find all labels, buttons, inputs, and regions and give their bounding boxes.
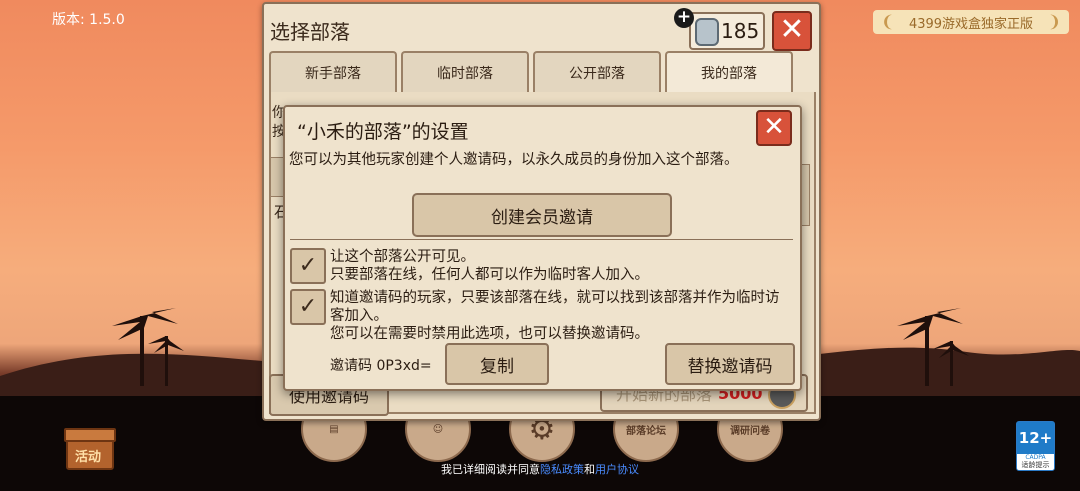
age-rating-org: CADPA [1025, 454, 1046, 461]
agreement-footer: 我已详细阅读并同意隐私政策和用户协议 [0, 461, 1080, 477]
exclusive-badge-text: 4399游戏盒独家正版 [908, 16, 1034, 32]
checkmark-icon: ✓ [298, 294, 318, 319]
laurel-right-icon: ❩ [1047, 12, 1061, 31]
tab-temporary[interactable]: 临时部落 [401, 51, 529, 93]
checkmark-icon: ✓ [298, 253, 318, 278]
tribe-tabs: 新手部落 临时部落 公开部落 我的部落 [269, 51, 793, 93]
option1-line2: 只要部落在线，任何人都可以作为临时客人加入。 [330, 267, 649, 283]
invite-code-label: 邀请码 0P3xd= [330, 358, 432, 374]
forum-label: 部落论坛 [626, 425, 666, 437]
footer-and: 和 [584, 463, 595, 476]
obscured-text: 你按 [272, 105, 286, 140]
exclusive-badge: ❨ 4399游戏盒独家正版 ❩ [873, 10, 1069, 34]
option2-line1: 知道邀请码的玩家，只要该部落在线，就可以找到该部落并作为临时访客加入。 [330, 290, 780, 324]
user-agreement-link[interactable]: 用户协议 [595, 463, 639, 476]
public-visible-checkbox[interactable]: ✓ [290, 248, 326, 284]
add-currency-button[interactable]: + [674, 8, 694, 28]
scroll-icon: ▤ [329, 423, 339, 435]
privacy-policy-link[interactable]: 隐私政策 [540, 463, 584, 476]
option1-line1: 让这个部落公开可见。 [330, 249, 475, 265]
jar-icon [695, 18, 719, 46]
tab-newbie[interactable]: 新手部落 [269, 51, 397, 93]
tab-public[interactable]: 公开部落 [533, 51, 661, 93]
invite-code-option: 知道邀请码的玩家，只要该部落在线，就可以找到该部落并作为临时访客加入。 您可以在… [330, 289, 790, 343]
divider [290, 239, 793, 240]
invite-code-checkbox[interactable]: ✓ [290, 289, 326, 325]
currency-value: 185 [721, 19, 760, 43]
close-icon: ✕ [779, 12, 805, 47]
tribe-settings-dialog: “小禾的部落”的设置 ✕ 您可以为其他玩家创建个人邀请码，以永久成员的身份加入这… [283, 105, 802, 391]
close-panel-button[interactable]: ✕ [772, 11, 812, 51]
gift-lid [64, 428, 116, 442]
tab-my-tribe[interactable]: 我的部落 [665, 51, 793, 93]
dialog-description: 您可以为其他玩家创建个人邀请码，以永久成员的身份加入这个部落。 [289, 152, 739, 168]
copy-button[interactable]: 复制 [445, 343, 549, 385]
survey-label: 调研问卷 [730, 425, 770, 437]
panel-title: 选择部落 [270, 20, 350, 44]
version-label: 版本: 1.5.0 [52, 12, 125, 28]
create-member-invite-button[interactable]: 创建会员邀请 [412, 193, 672, 237]
dialog-title: “小禾的部落”的设置 [297, 121, 469, 143]
laurel-left-icon: ❨ [881, 12, 895, 31]
option2-line2: 您可以在需要时禁用此选项，也可以替换邀请码。 [330, 326, 649, 342]
public-visible-option: 让这个部落公开可见。 只要部落在线，任何人都可以作为临时客人加入。 [330, 248, 790, 284]
currency-display: 185 [689, 12, 765, 50]
close-dialog-button[interactable]: ✕ [756, 110, 792, 146]
age-rating-value: 12+ [1017, 422, 1054, 454]
close-icon: ✕ [763, 112, 785, 142]
character-icon: ☺ [432, 423, 444, 435]
replace-invite-code-button[interactable]: 替换邀请码 [665, 343, 795, 385]
footer-prefix: 我已详细阅读并同意 [441, 463, 540, 476]
